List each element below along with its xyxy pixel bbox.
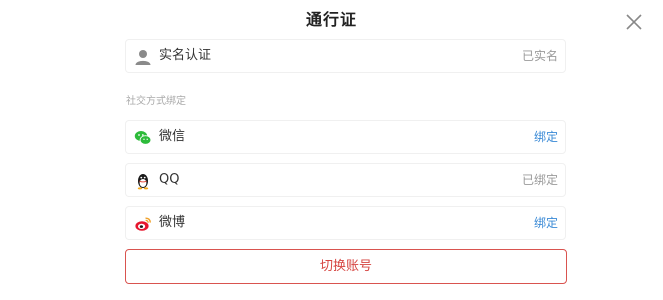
social-label-weibo: 微博 [159, 215, 186, 230]
page-title: 通行证 [305, 10, 357, 29]
wechat-icon [134, 129, 152, 147]
close-button[interactable] [624, 12, 644, 32]
identity-label: 实名认证 [159, 48, 212, 63]
qq-bound-status: 已绑定 [521, 173, 558, 187]
bind-wechat-link[interactable]: 绑定 [534, 121, 558, 153]
social-row-wechat: 微信 绑定 [125, 120, 566, 154]
user-icon [134, 48, 152, 66]
switch-account-button[interactable]: 切换账号 [125, 249, 567, 284]
identity-status: 已实名 [521, 49, 558, 63]
social-label-wechat: 微信 [159, 129, 186, 144]
social-row-weibo: 微博 绑定 [125, 206, 566, 240]
social-row-qq: QQ 已绑定 [125, 163, 566, 197]
social-section-title: 社交方式绑定 [126, 96, 186, 107]
qq-icon [134, 172, 152, 190]
weibo-icon [134, 215, 152, 233]
social-label-qq: QQ [159, 172, 180, 187]
close-icon [626, 14, 642, 30]
identity-row: 实名认证 已实名 [125, 39, 566, 73]
bind-weibo-link[interactable]: 绑定 [534, 207, 558, 239]
